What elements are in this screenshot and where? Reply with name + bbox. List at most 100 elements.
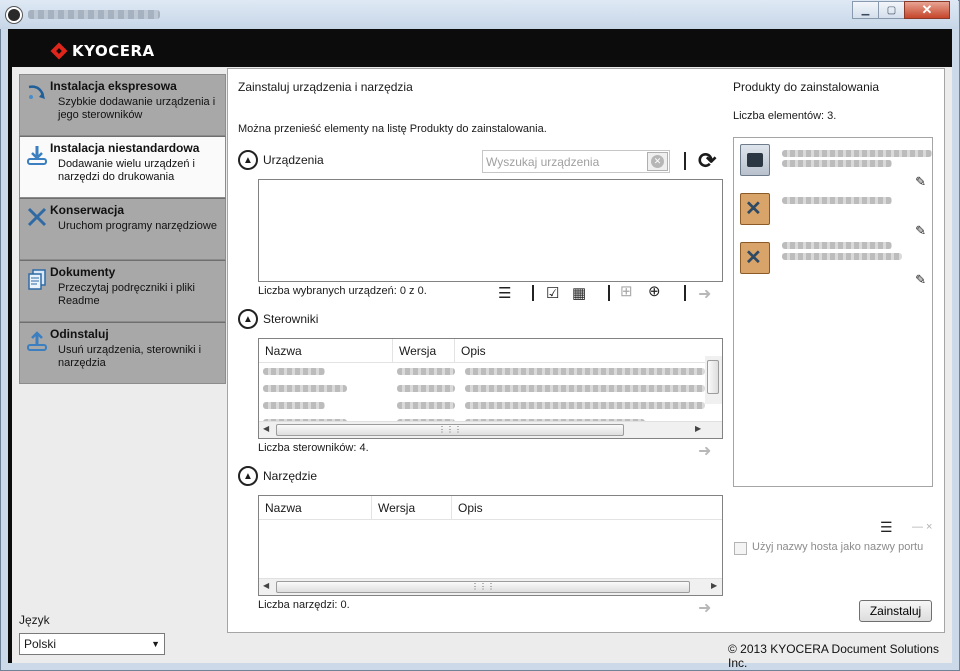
column-description[interactable]: Opis — [452, 496, 722, 519]
uninstall-icon — [27, 331, 47, 351]
drivers-table: Nazwa Wersja Opis ◀ ⋮⋮⋮ ▶ — [258, 338, 723, 439]
devices-section-header: ▲ Urządzenia — [238, 150, 324, 170]
tools-icon — [740, 193, 770, 225]
table-row[interactable] — [259, 363, 722, 380]
nav-item-custom-install[interactable]: Instalacja niestandardowa Dodawanie wiel… — [19, 136, 226, 198]
product-name-redacted — [782, 150, 932, 157]
device-search-input[interactable] — [483, 151, 643, 172]
tools-table: Nazwa Wersja Opis ◀ ⋮⋮⋮ ▶ — [258, 495, 723, 596]
maintenance-icon — [27, 207, 47, 227]
language-value: Polski — [24, 637, 57, 651]
clear-search-button[interactable]: ✕ — [647, 152, 668, 171]
clear-icon: ✕ — [651, 155, 664, 168]
table-row[interactable] — [259, 397, 722, 414]
tools-horizontal-scrollbar[interactable]: ◀ ⋮⋮⋮ ▶ — [259, 578, 722, 595]
product-name-redacted — [782, 197, 892, 204]
drivers-vertical-scrollbar[interactable] — [705, 356, 722, 404]
tools-section-header: ▲ Narzędzie — [238, 466, 317, 486]
install-button[interactable]: Zainstaluj — [859, 600, 932, 622]
nav-title: Instalacja niestandardowa — [50, 141, 200, 155]
tools-table-header: Nazwa Wersja Opis — [259, 496, 722, 520]
collapse-tools-button[interactable]: ▲ — [238, 466, 258, 486]
nav-desc: Szybkie dodawanie urządzenia i jego ster… — [58, 96, 216, 121]
drivers-count: Liczba sterowników: 4. — [258, 442, 369, 454]
custom-install-icon — [27, 146, 47, 165]
nav-title: Instalacja ekspresowa — [50, 79, 177, 93]
nav-title: Dokumenty — [50, 265, 116, 279]
title-bar: ▁ ▢ ✕ — [0, 0, 958, 29]
nav-desc: Przeczytaj podręczniki i pliki Readme — [58, 282, 195, 307]
column-name[interactable]: Nazwa — [259, 496, 372, 519]
hostname-checkbox-label: Użyj nazwy hosta jako nazwy portu — [752, 541, 924, 553]
remove-all-icon[interactable]: ☰ — [880, 519, 893, 536]
checkbox-box[interactable] — [734, 542, 747, 555]
hint-text: Można przenieść elementy na listę Produk… — [238, 123, 547, 135]
products-count: Liczba elementów: 3. — [733, 110, 837, 122]
product-name-redacted — [782, 242, 892, 249]
collapse-devices-button[interactable]: ▲ — [238, 150, 258, 170]
drivers-horizontal-scrollbar[interactable]: ◀ ⋮⋮⋮ ▶ — [259, 421, 722, 438]
collapse-drivers-button[interactable]: ▲ — [238, 309, 258, 329]
nav-item-documents[interactable]: Dokumenty Przeczytaj podręczniki i pliki… — [19, 260, 226, 322]
device-search: ✕ — [482, 150, 670, 173]
select-all-icon[interactable]: ☑ — [546, 286, 559, 302]
chevron-down-icon: ▼ — [151, 639, 160, 649]
column-name[interactable]: Nazwa — [259, 339, 393, 362]
nav-desc: Dodawanie wielu urządzeń i narzędzi do d… — [58, 158, 195, 183]
edit-icon[interactable]: ✎ — [915, 223, 926, 239]
hostname-checkbox[interactable]: Użyj nazwy hosta jako nazwy portu — [734, 541, 927, 555]
drivers-section-header: ▲ Sterowniki — [238, 309, 318, 329]
deselect-all-icon[interactable]: ▦ — [572, 286, 586, 302]
kyocera-logo-icon — [50, 42, 68, 60]
separator — [608, 285, 610, 301]
product-desc-redacted — [782, 253, 902, 260]
list-item[interactable]: ✎ — [740, 144, 932, 190]
drivers-table-header: Nazwa Wersja Opis — [259, 339, 722, 363]
device-list[interactable] — [258, 179, 723, 282]
language-select[interactable]: Polski ▼ — [19, 633, 165, 655]
table-row[interactable] — [259, 380, 722, 397]
drivers-label: Sterowniki — [263, 312, 319, 326]
express-install-icon — [28, 85, 45, 99]
devices-count: Liczba wybranych urządzeń: 0 z 0. — [258, 285, 427, 297]
move-drivers-arrow-icon[interactable]: ➜ — [698, 444, 718, 460]
left-nav: Instalacja ekspresowa Szybkie dodawanie … — [19, 74, 226, 384]
language-label: Język — [19, 613, 50, 627]
column-version[interactable]: Wersja — [393, 339, 455, 362]
copyright: © 2013 KYOCERA Document Solutions Inc. — [728, 642, 939, 670]
nav-title: Odinstaluj — [50, 327, 109, 341]
move-devices-arrow-icon[interactable]: ➜ — [698, 287, 718, 303]
products-title: Produkty do zainstalowania — [733, 80, 880, 94]
nav-item-maintenance[interactable]: Konserwacja Uruchom programy narzędziowe — [19, 198, 226, 260]
nav-item-uninstall[interactable]: Odinstaluj Usuń urządzenia, sterowniki i… — [19, 322, 226, 384]
edit-icon[interactable]: ✎ — [915, 272, 926, 288]
window-title-redacted — [28, 10, 160, 19]
nav-title: Konserwacja — [50, 203, 125, 217]
close-button[interactable]: ✕ — [904, 1, 950, 19]
app-icon[interactable] — [6, 7, 22, 23]
network-device-icon[interactable]: ⊞ — [620, 284, 633, 300]
logo-text: KYOCERA — [72, 42, 155, 60]
list-item[interactable]: ✎ — [740, 193, 930, 239]
kyocera-logo: KYOCERA — [50, 42, 155, 60]
maximize-button[interactable]: ▢ — [878, 1, 905, 19]
products-list[interactable]: ✎ ✎ ✎ — [733, 137, 933, 487]
minimize-button[interactable]: ▁ — [852, 1, 879, 19]
column-description[interactable]: Opis — [455, 339, 722, 362]
separator — [532, 285, 534, 301]
product-desc-redacted — [782, 160, 892, 167]
main-panel: Zainstaluj urządzenia i narzędzia Można … — [227, 68, 945, 633]
list-item[interactable]: ✎ — [740, 242, 930, 288]
column-version[interactable]: Wersja — [372, 496, 452, 519]
refresh-button[interactable]: ⟳ — [698, 150, 720, 172]
tools-label: Narzędzie — [263, 469, 318, 483]
printer-icon — [740, 144, 770, 176]
remove-selected-icon[interactable]: — × — [912, 521, 932, 533]
list-view-icon[interactable]: ☰ — [498, 286, 511, 302]
devices-label: Urządzenia — [263, 153, 324, 167]
edit-icon[interactable]: ✎ — [915, 174, 926, 190]
add-device-icon[interactable]: ⊕ — [648, 284, 661, 300]
move-tools-arrow-icon[interactable]: ➜ — [698, 601, 718, 617]
page-title: Zainstaluj urządzenia i narzędzia — [238, 80, 413, 94]
nav-item-express-install[interactable]: Instalacja ekspresowa Szybkie dodawanie … — [19, 74, 226, 136]
